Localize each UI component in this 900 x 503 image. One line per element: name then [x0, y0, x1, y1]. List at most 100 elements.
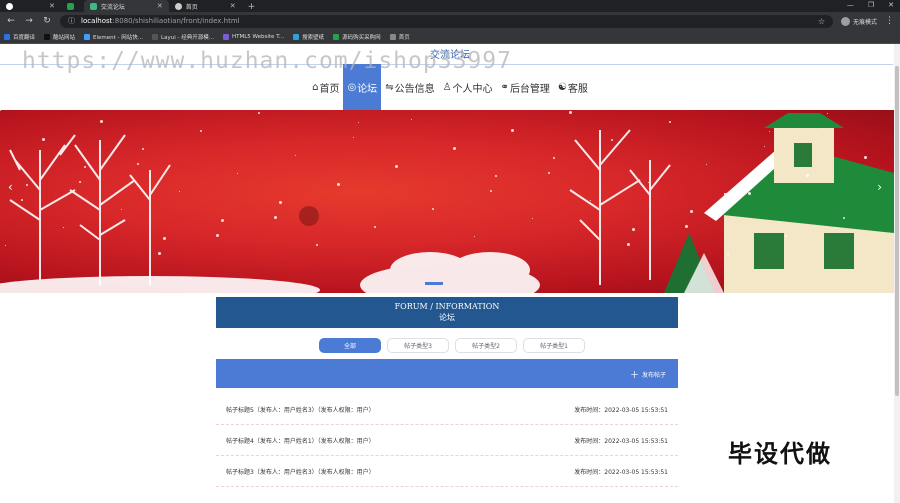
snowflake	[200, 130, 202, 132]
publish-post-button[interactable]: ＋ 发布帖子	[630, 368, 666, 381]
filter-button[interactable]: 帖子类型3	[387, 338, 449, 353]
snowflake	[632, 228, 635, 231]
snowflake	[79, 181, 81, 183]
snowflake	[374, 226, 376, 228]
browser-tab-active[interactable]: 交流论坛 ✕	[83, 0, 169, 12]
snowflake	[274, 216, 277, 219]
minimize-icon[interactable]: —	[847, 1, 854, 9]
bookmark-item[interactable]: 首页	[389, 33, 410, 41]
nav-item-label: 个人中心	[452, 83, 493, 95]
bookmark-item[interactable]: 酷站网站	[44, 33, 75, 41]
bookmark-favicon-icon	[293, 33, 300, 40]
close-icon[interactable]: ✕	[230, 2, 236, 10]
post-type-filters: 全部 帖子类型3 帖子类型2 帖子类型1	[0, 338, 900, 353]
snowflake	[706, 164, 707, 165]
window-controls: — ❐ ✕	[847, 1, 894, 9]
close-window-icon[interactable]: ✕	[888, 1, 894, 9]
banner-indicator[interactable]	[425, 282, 443, 285]
post-row[interactable]: 帖子标题4（发布人：用户姓名1）（发布人权限：用户） 发布时间：2022-03-0…	[216, 425, 678, 456]
snowflake	[453, 147, 456, 150]
snowflake	[548, 172, 550, 174]
snowflake	[822, 128, 823, 129]
bookmark-star-icon[interactable]: ☆	[818, 17, 825, 26]
tab-title: 交流论坛	[100, 3, 125, 11]
hero-banner[interactable]: ‹ ›	[0, 110, 894, 293]
snowflake	[432, 208, 434, 210]
snowflake	[121, 209, 122, 210]
nav-item-icon: ☯	[557, 81, 567, 93]
snowflake	[648, 182, 649, 183]
nav-item-label: 后台管理	[509, 83, 550, 95]
snowflake	[843, 217, 845, 219]
page-scrollbar[interactable]	[894, 44, 900, 503]
filter-button[interactable]: 全部	[319, 338, 381, 353]
nav-item-icon: ⚭	[500, 81, 509, 93]
snowflake	[100, 120, 103, 123]
new-tab-icon[interactable]: +	[242, 2, 262, 12]
bookmarks-bar: 百度翻译 酷站网站 Element - 网站快... Layui - 经典开源模...…	[0, 30, 900, 44]
bookmark-label: 源码购买采购网	[342, 34, 381, 41]
banner-prev-icon[interactable]: ‹	[8, 180, 13, 194]
snowflake	[611, 139, 613, 141]
bookmark-label: 搜索壁纸	[302, 34, 325, 41]
forward-icon[interactable]: →	[24, 16, 34, 26]
nav-item-icon: ⌂	[312, 81, 319, 93]
close-icon[interactable]: ✕	[157, 2, 163, 10]
back-icon[interactable]: ←	[6, 16, 16, 26]
snowflake	[316, 244, 318, 246]
bookmark-item[interactable]: 百度翻译	[4, 33, 35, 41]
info-icon: ⓘ	[68, 17, 75, 25]
reload-icon[interactable]: ↻	[42, 16, 52, 26]
forum-title-en: FORUM / INFORMATION	[394, 302, 500, 311]
browser-tab[interactable]: ✕	[0, 0, 61, 12]
incognito-profile[interactable]: 无痕模式	[840, 16, 877, 26]
snowflake	[137, 163, 139, 165]
browser-tab[interactable]	[61, 0, 84, 12]
bookmark-item[interactable]: HTML5 Website T...	[222, 33, 284, 40]
bookmark-item[interactable]: Layui - 经典开源模...	[152, 33, 214, 41]
bookmark-item[interactable]: 搜索壁纸	[293, 33, 324, 41]
incognito-icon	[840, 16, 850, 26]
snowflake	[685, 225, 688, 228]
scrollbar-thumb[interactable]	[895, 66, 899, 396]
tab-favicon-icon	[66, 2, 74, 10]
snowflake	[474, 236, 475, 237]
close-icon[interactable]: ✕	[49, 2, 55, 10]
post-title[interactable]: 帖子标题3（发布人：用户姓名3）（发布人权限：用户）	[226, 467, 375, 476]
bookmark-favicon-icon	[4, 33, 10, 40]
bookmark-label: 首页	[398, 34, 410, 41]
filter-button[interactable]: 帖子类型1	[523, 338, 585, 353]
snowflake	[411, 119, 412, 120]
post-title[interactable]: 帖子标题5（发布人：用户姓名3）（发布人权限：用户）	[226, 405, 375, 414]
snowflake	[590, 200, 591, 201]
browser-tab[interactable]: 首页 ✕	[169, 0, 242, 12]
bookmark-favicon-icon	[222, 33, 229, 40]
forum-header: FORUM / INFORMATION 论坛	[216, 297, 678, 328]
publish-post-label: 发布帖子	[641, 372, 666, 379]
watermark-text: https://www.huzhan.com/ishop33997	[22, 48, 512, 74]
nav-item-label: 公告信息	[394, 83, 435, 95]
url-input[interactable]: ⓘ localhost:8080/shishiliaotian/front/in…	[60, 14, 833, 28]
snowflake	[221, 219, 224, 222]
banner-next-icon[interactable]: ›	[877, 180, 882, 194]
post-row[interactable]: 帖子标题5（发布人：用户姓名3）（发布人权限：用户） 发布时间：2022-03-0…	[216, 394, 678, 425]
address-toolbar: ← → ↻ ⓘ localhost:8080/shishiliaotian/fr…	[0, 12, 900, 30]
snowflake	[42, 138, 45, 141]
post-title[interactable]: 帖子标题4（发布人：用户姓名1）（发布人权限：用户）	[226, 436, 375, 445]
bookmark-item[interactable]: 源码购买采购网	[333, 33, 381, 41]
tab-title: 首页	[185, 3, 198, 11]
filter-button[interactable]: 帖子类型2	[455, 338, 517, 353]
snowflake	[395, 165, 398, 168]
maximize-icon[interactable]: ❐	[868, 1, 874, 9]
snowflake	[353, 137, 354, 138]
menu-dots-icon[interactable]: ⋮	[885, 16, 894, 26]
post-row[interactable]: 帖子标题3（发布人：用户姓名3）（发布人权限：用户） 发布时间：2022-03-0…	[216, 456, 678, 487]
snowflake	[764, 146, 765, 147]
snowflake	[63, 227, 64, 228]
snowflake	[295, 155, 296, 156]
snowflake	[237, 173, 238, 174]
bookmark-item[interactable]: Element - 网站快...	[84, 33, 143, 41]
snowflake	[748, 192, 751, 195]
snowflake	[690, 210, 693, 213]
nav-item[interactable]: ☯ 客服	[554, 64, 592, 110]
